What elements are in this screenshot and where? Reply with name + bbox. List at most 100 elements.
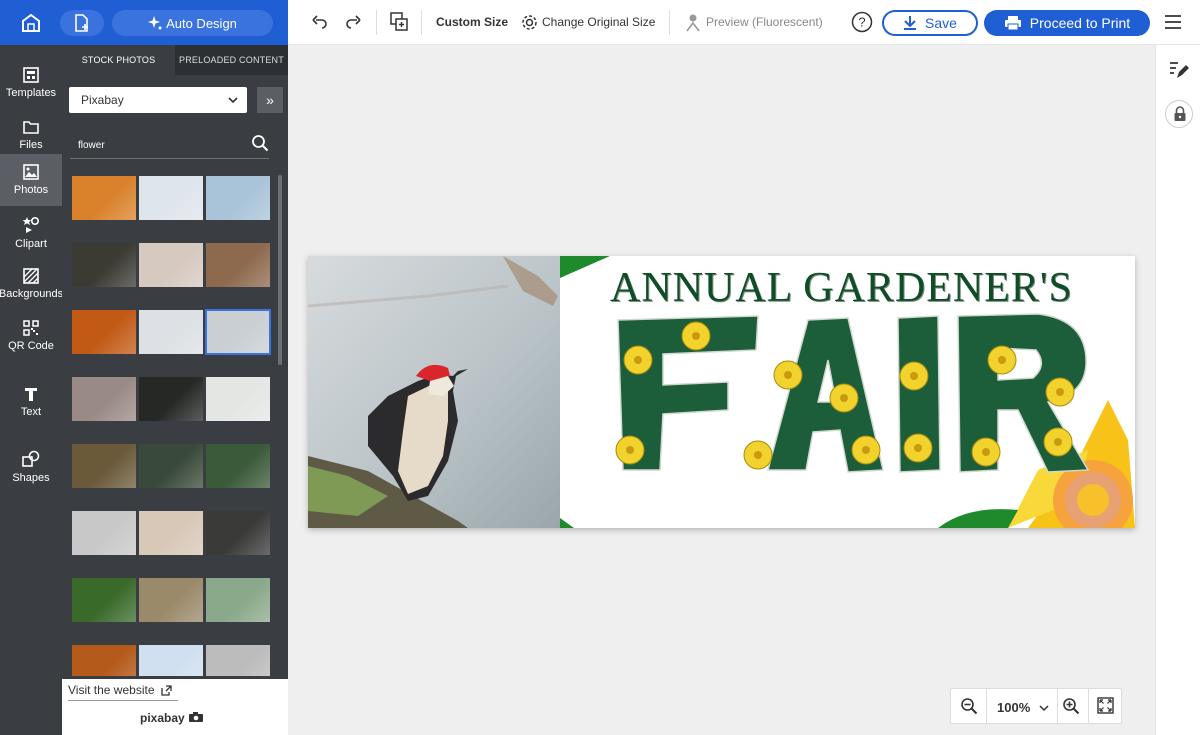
shapes-icon [22,450,40,467]
photo-thumbnail[interactable] [72,243,136,287]
corner-leaf-shape [560,518,574,528]
woodpecker-photo[interactable] [308,256,560,528]
photo-thumbnail[interactable] [206,377,270,421]
photo-thumbnail[interactable] [139,176,203,220]
tab-preloaded-content[interactable]: PRELOADED CONTENT [175,45,288,75]
rail-item-clipart[interactable]: Clipart [0,207,62,259]
new-document-icon [75,14,88,32]
photo-thumbnail[interactable] [72,310,136,354]
pixabay-logo-text: pixabay [140,711,185,725]
auto-design-button[interactable]: Auto Design [112,10,273,36]
chevron-down-icon[interactable] [1039,703,1049,713]
custom-size-button[interactable]: Custom Size [436,15,508,29]
svg-text:?: ? [858,15,865,30]
rail-item-text[interactable]: Text [0,376,62,428]
rail-item-label: Text [20,406,42,418]
proceed-to-print-button[interactable]: Proceed to Print [984,10,1150,36]
photo-grid [72,176,272,676]
search-input[interactable] [78,137,228,153]
zoom-in-icon[interactable] [1062,697,1080,715]
top-toolbar: Custom Size Change Original Size Preview… [288,0,1200,45]
search-icon[interactable] [251,134,269,152]
photo-thumbnail[interactable] [72,377,136,421]
home-button[interactable] [0,0,62,45]
zoom-out-icon[interactable] [960,697,978,715]
photo-thumbnail[interactable] [206,511,270,555]
save-label: Save [925,15,957,31]
undo-icon[interactable] [312,14,328,30]
toolbar-divider [669,10,670,35]
folder-icon [23,121,39,134]
templates-icon [23,67,39,83]
rail-item-backgrounds[interactable]: Backgrounds [0,258,64,310]
change-original-size-button[interactable]: Change Original Size [542,15,655,29]
photo-thumbnail[interactable] [206,645,270,676]
visit-website-link[interactable]: Visit the website [68,683,178,701]
visit-website-label: Visit the website [68,683,155,697]
photo-thumbnail[interactable] [139,243,203,287]
photo-thumbnail[interactable] [72,176,136,220]
rail-item-label: Shapes [12,472,50,484]
panel-scrollbar[interactable] [278,175,282,365]
photo-thumbnail[interactable] [139,310,203,354]
preview-icon [686,14,700,32]
duplicate-icon[interactable] [390,12,408,32]
photo-thumbnail[interactable] [139,444,203,488]
photo-thumbnail[interactable] [139,578,203,622]
lock-button[interactable] [1165,100,1193,128]
rail-item-label: Clipart [15,238,47,250]
zoom-level-select[interactable]: 100% [997,700,1030,715]
photo-thumbnail[interactable] [206,578,270,622]
design-canvas[interactable]: ANNUAL GARDENER'S [308,256,1135,528]
print-label: Proceed to Print [1029,15,1131,31]
help-icon[interactable]: ? [851,11,873,33]
zoom-divider [986,689,987,723]
double-chevron-right-icon: » [266,92,274,108]
photo-thumbnail[interactable] [206,176,270,220]
redo-icon[interactable] [345,14,361,30]
camera-icon [188,712,203,722]
new-document-button[interactable] [60,10,104,36]
expand-panel-button[interactable]: » [257,87,283,113]
external-link-icon [160,684,172,696]
corner-leaf-shape [560,256,610,278]
save-button[interactable]: Save [882,10,978,36]
left-rail: Templates Files Photos Clipart Backgroun… [0,0,64,735]
qr-code-icon [23,320,39,336]
rail-item-label: QR Code [8,340,54,352]
search-bar [70,129,269,159]
zoom-divider [1057,689,1058,723]
rail-item-shapes[interactable]: Shapes [0,441,62,493]
panel-header: Auto Design [60,0,288,45]
photo-thumbnail[interactable] [139,377,203,421]
hamburger-menu-icon[interactable] [1164,14,1182,30]
rail-item-label: Backgrounds [0,288,64,300]
zoom-divider [1088,689,1089,723]
design-headline[interactable]: ANNUAL GARDENER'S [610,264,1073,312]
rail-item-label: Templates [5,87,57,99]
photo-thumbnail[interactable] [205,309,271,355]
photo-thumbnail[interactable] [139,645,203,676]
photo-thumbnail[interactable] [206,243,270,287]
tab-stock-photos[interactable]: STOCK PHOTOS [62,45,175,75]
rail-item-qr-code[interactable]: QR Code [0,310,62,362]
fair-floral-lettering[interactable] [608,310,1135,528]
photo-thumbnail[interactable] [206,444,270,488]
home-icon [22,13,40,32]
rail-item-templates[interactable]: Templates [0,57,62,109]
sparkle-icon [148,16,162,30]
photo-thumbnail[interactable] [72,645,136,676]
rail-item-label: Files [19,139,43,151]
source-select[interactable]: Pixabay [69,87,247,113]
photo-thumbnail[interactable] [139,511,203,555]
edit-properties-icon[interactable] [1168,59,1190,81]
preview-button[interactable]: Preview (Fluorescent) [706,15,823,29]
photo-thumbnail[interactable] [72,444,136,488]
photo-thumbnail[interactable] [72,578,136,622]
panel-footer: Visit the website pixabay [62,679,288,735]
download-icon [904,16,917,30]
photo-thumbnail[interactable] [72,511,136,555]
fit-to-screen-icon[interactable] [1097,697,1114,714]
auto-design-label: Auto Design [166,15,237,31]
rail-item-photos[interactable]: Photos [0,154,62,206]
